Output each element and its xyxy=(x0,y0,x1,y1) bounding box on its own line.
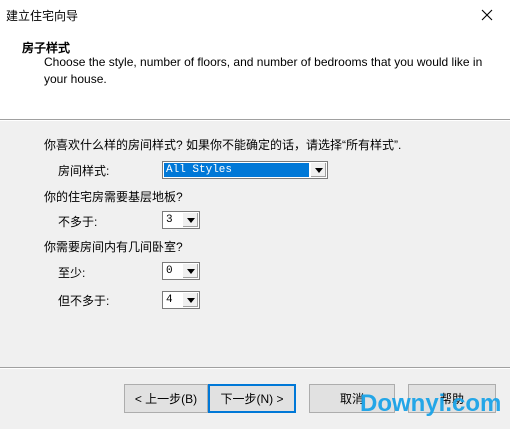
bedrooms-max-label: 但不多于: xyxy=(58,294,110,308)
chevron-down-icon xyxy=(186,217,195,223)
bedrooms-min-dropdown-button[interactable] xyxy=(182,264,198,278)
floors-question: 你的住宅房需要基层地板? xyxy=(44,190,183,204)
bedrooms-min-select[interactable]: 0 xyxy=(162,262,200,280)
watermark-logo: Downyi.com xyxy=(360,390,502,417)
floors-select[interactable]: 3 xyxy=(162,211,200,229)
close-icon xyxy=(481,9,493,21)
wizard-header: 房子样式 Choose the style, number of floors,… xyxy=(0,30,510,119)
footer-divider xyxy=(0,367,510,369)
back-button[interactable]: < 上一步(B) xyxy=(124,384,208,413)
bedrooms-max-dropdown-button[interactable] xyxy=(182,293,198,307)
style-label: 房间样式: xyxy=(58,164,110,178)
window-title: 建立住宅向导 xyxy=(6,9,79,23)
bedrooms-min-label: 至少: xyxy=(58,266,86,280)
page-description: Choose the style, number of floors, and … xyxy=(44,55,483,86)
bedrooms-question: 你需要房间内有几间卧室? xyxy=(44,240,183,254)
title-bar: 建立住宅向导 xyxy=(0,0,510,30)
bedrooms-max-select[interactable]: 4 xyxy=(162,291,200,309)
style-select-value: All Styles xyxy=(164,163,309,177)
style-select-dropdown-button[interactable] xyxy=(310,163,326,177)
floors-select-dropdown-button[interactable] xyxy=(182,213,198,227)
floors-label: 不多于: xyxy=(58,215,98,229)
header-divider xyxy=(0,119,510,121)
style-question: 你喜欢什么样的房间样式? 如果你不能确定的话，请选择“所有样式”. xyxy=(44,138,402,152)
next-button[interactable]: 下一步(N) > xyxy=(208,384,296,413)
chevron-down-icon xyxy=(186,268,195,274)
bedrooms-min-value: 0 xyxy=(166,265,173,277)
close-button[interactable] xyxy=(464,0,510,30)
floors-select-value: 3 xyxy=(166,214,173,226)
style-select[interactable]: All Styles xyxy=(162,161,328,179)
chevron-down-icon xyxy=(314,167,323,173)
chevron-down-icon xyxy=(186,297,195,303)
bedrooms-max-value: 4 xyxy=(166,294,173,306)
